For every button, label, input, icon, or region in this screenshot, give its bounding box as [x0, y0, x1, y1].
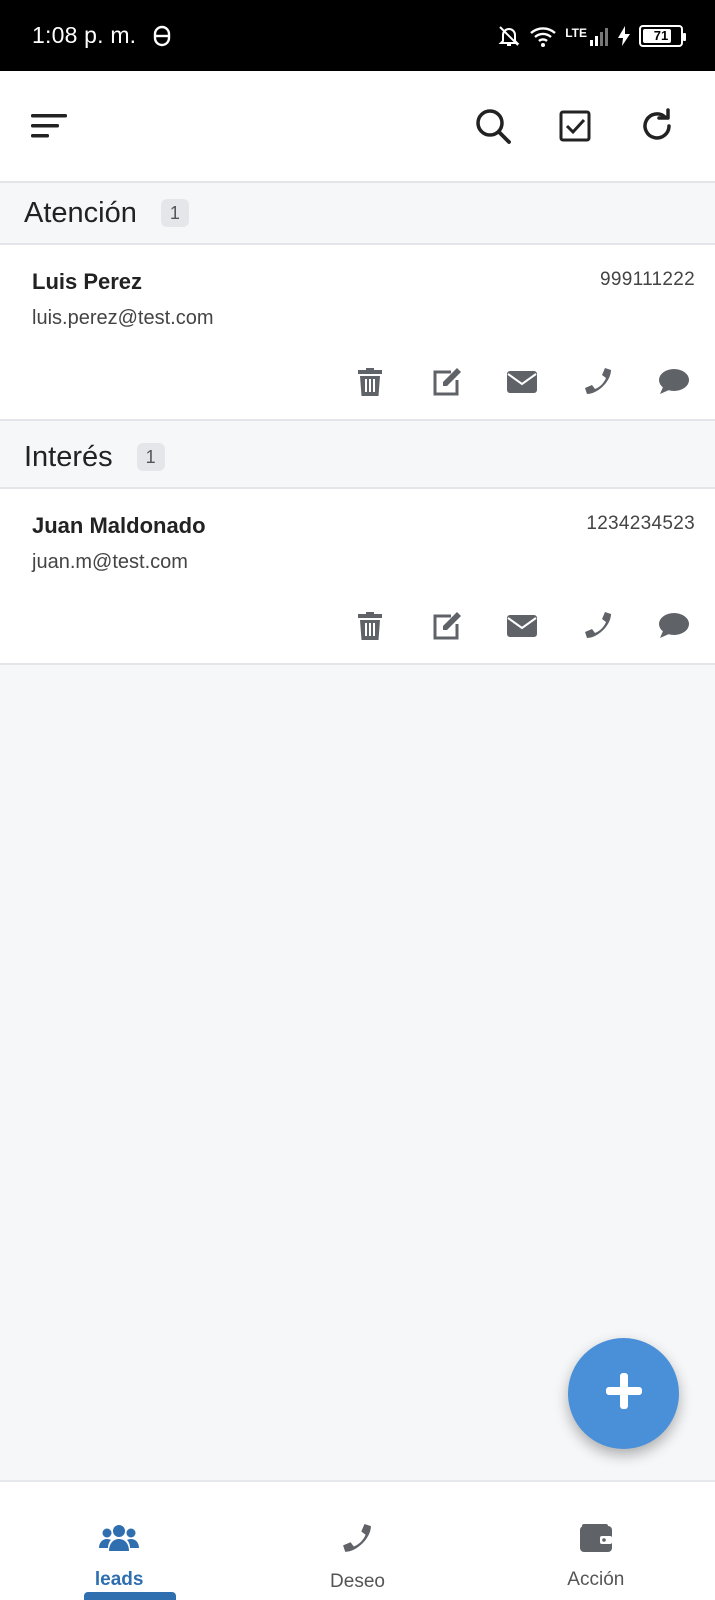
nav-item-accion[interactable]: Acción [477, 1482, 715, 1600]
lead-actions [355, 611, 689, 641]
chat-icon[interactable] [659, 367, 689, 397]
status-time: 1:08 p. m. [32, 22, 137, 48]
phone-icon [342, 1524, 372, 1559]
active-tab-indicator [84, 1592, 176, 1600]
battery-level: 71 [653, 28, 669, 43]
phone-icon[interactable] [583, 611, 613, 641]
trash-icon[interactable] [355, 611, 385, 641]
app-bar-actions [473, 106, 685, 146]
lead-email: juan.m@test.com [32, 551, 188, 573]
section-header-atencion[interactable]: Atención 1 [0, 183, 715, 245]
section-header-interes[interactable]: Interés 1 [0, 427, 715, 489]
mail-icon[interactable] [507, 611, 537, 641]
status-indicators: LTE 71 [497, 24, 686, 48]
nav-item-deseo[interactable]: Deseo [238, 1482, 476, 1600]
nav-item-leads[interactable]: leads [0, 1482, 238, 1600]
lead-email: luis.perez@test.com [32, 307, 214, 329]
nav-label: leads [94, 1569, 144, 1590]
search-icon[interactable] [473, 106, 513, 146]
notification-app-icon [152, 24, 172, 48]
lead-phone: 1234234523 [586, 513, 695, 534]
bottom-nav: leads Deseo Acción [0, 1480, 715, 1600]
nav-label: Deseo [330, 1571, 385, 1592]
mail-icon[interactable] [507, 367, 537, 397]
lead-name: Juan Maldonado [32, 513, 206, 538]
bell-muted-icon [497, 24, 521, 48]
section-title: Atención [24, 196, 137, 229]
lead-name: Luis Perez [32, 269, 143, 294]
checkbox-icon[interactable] [555, 106, 595, 146]
sort-menu-icon[interactable] [30, 106, 70, 146]
battery-icon: 71 [639, 24, 686, 47]
nav-label: Acción [567, 1569, 625, 1590]
refresh-icon[interactable] [637, 106, 677, 146]
section-title: Interés [24, 440, 113, 473]
users-icon [99, 1524, 140, 1557]
app-bar [0, 71, 715, 183]
trash-icon[interactable] [355, 367, 385, 397]
count-badge: 1 [136, 443, 165, 471]
lead-card[interactable]: Luis Perez 999111222 luis.perez@test.com [0, 245, 715, 421]
add-lead-button[interactable] [568, 1338, 679, 1449]
chat-icon[interactable] [659, 611, 689, 641]
wifi-icon [529, 25, 557, 47]
lte-signal-icon: LTE [565, 26, 609, 46]
phone-icon[interactable] [583, 367, 613, 397]
lead-actions [355, 367, 689, 397]
count-badge: 1 [160, 199, 189, 227]
charging-icon [617, 25, 631, 47]
wallet-icon [579, 1524, 612, 1557]
edit-icon[interactable] [431, 611, 461, 641]
status-bar: 1:08 p. m. LTE 71 [0, 0, 715, 71]
lead-card[interactable]: Juan Maldonado 1234234523 juan.m@test.co… [0, 489, 715, 665]
network-type: LTE [565, 25, 587, 40]
plus-icon [604, 1371, 644, 1416]
edit-icon[interactable] [431, 367, 461, 397]
lead-phone: 999111222 [600, 269, 695, 290]
